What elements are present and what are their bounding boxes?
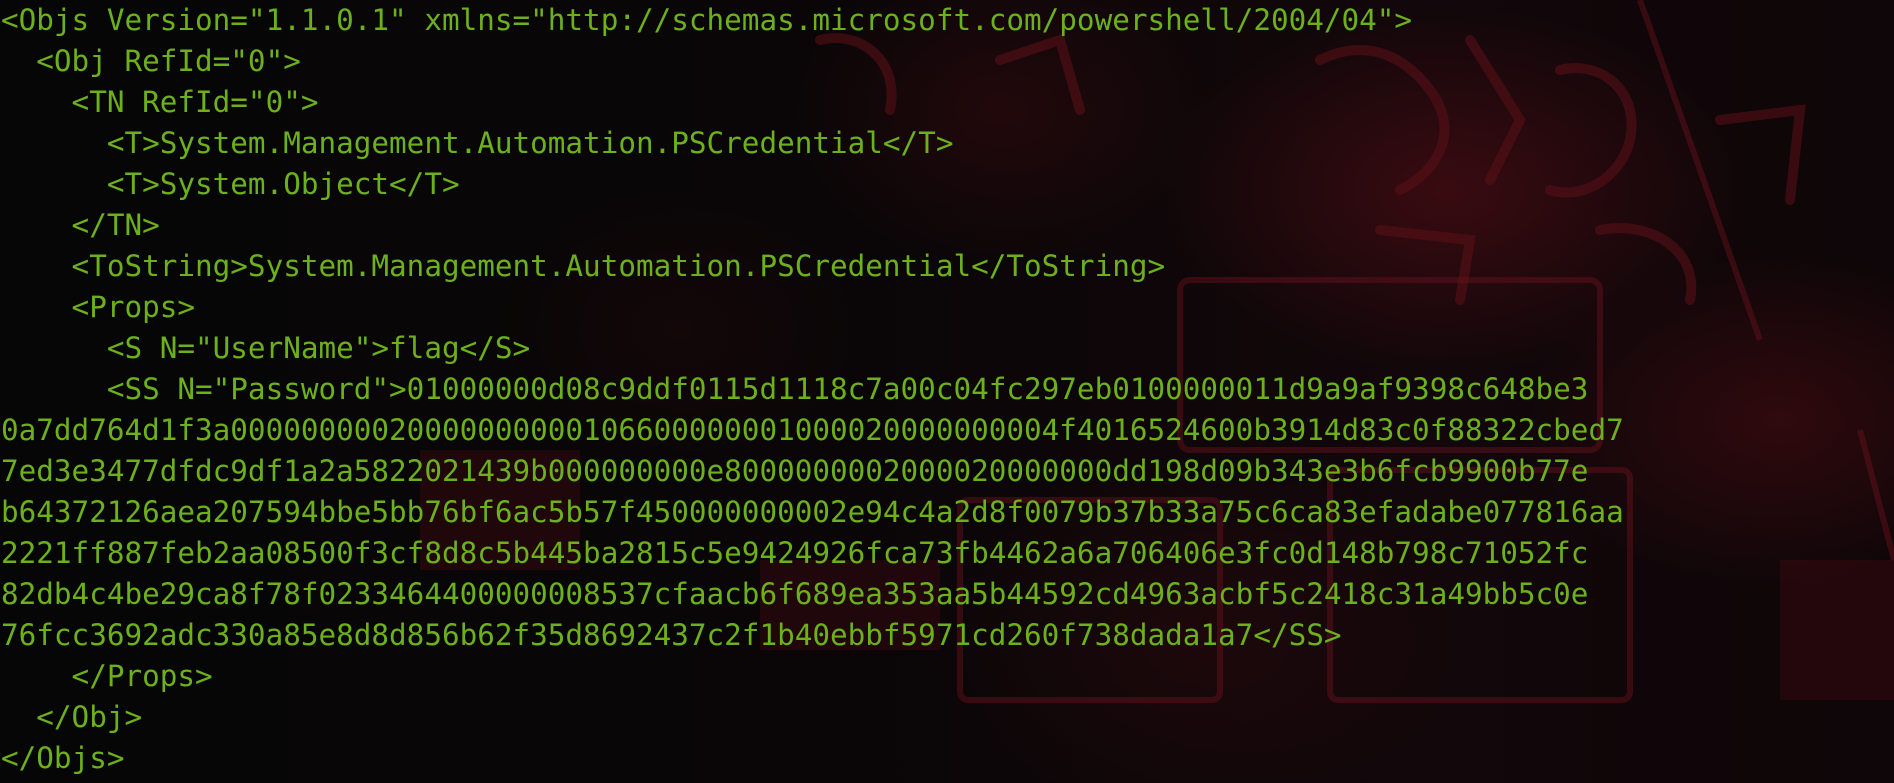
xml-password-line-5: 2221ff887feb2aa08500f3cf8d8c5b445ba2815c… — [1, 536, 1589, 570]
xml-objs-open-line: <Objs Version="1.1.0.1" xmlns="http://sc… — [1, 3, 1413, 37]
xml-password-line-6: 82db4c4be29ca8f78f0233464400000008537cfa… — [1, 577, 1589, 611]
xml-objs-close-line: </Objs> — [1, 741, 125, 775]
xml-props-open-line: <Props> — [1, 290, 196, 324]
terminal-window[interactable]: <Objs Version="1.1.0.1" xmlns="http://sc… — [0, 0, 1894, 783]
xml-password-line-1: <SS N="Password">01000000d08c9ddf0115d11… — [1, 372, 1589, 406]
xml-obj-close-line: </Obj> — [1, 700, 143, 734]
xml-type-object-line: <T>System.Object</T> — [1, 167, 460, 201]
terminal-output: <Objs Version="1.1.0.1" xmlns="http://sc… — [1, 0, 1624, 779]
xml-password-line-2: 0a7dd764d1f3a000000000200000000001066000… — [1, 413, 1624, 447]
xml-tn-close-line: </TN> — [1, 208, 160, 242]
xml-password-line-4: b64372126aea207594bbe5bb76bf6ac5b57f4500… — [1, 495, 1624, 529]
xml-obj-open-line: <Obj RefId="0"> — [1, 44, 301, 78]
xml-props-close-line: </Props> — [1, 659, 213, 693]
xml-password-line-3: 7ed3e3477dfdc9df1a2a5822021439b000000000… — [1, 454, 1589, 488]
xml-username-line: <S N="UserName">flag</S> — [1, 331, 531, 365]
xml-password-line-7: 76fcc3692adc330a85e8d8d856b62f35d8692437… — [1, 618, 1342, 652]
xml-tn-open-line: <TN RefId="0"> — [1, 85, 319, 119]
xml-type-pscredential-line: <T>System.Management.Automation.PSCreden… — [1, 126, 954, 160]
xml-tostring-line: <ToString>System.Management.Automation.P… — [1, 249, 1166, 283]
